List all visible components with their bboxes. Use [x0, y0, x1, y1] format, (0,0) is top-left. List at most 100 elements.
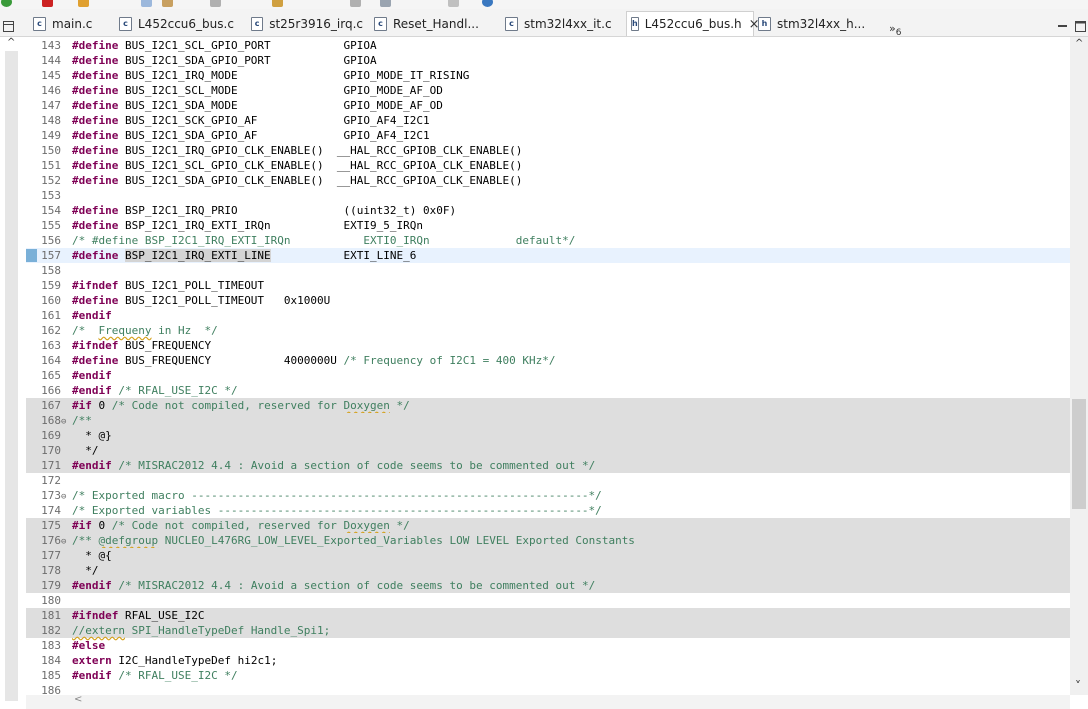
horizontal-scrollbar[interactable]: < [26, 694, 1070, 709]
code-line[interactable]: 144 #define BUS_I2C1_SDA_GPIO_PORT GPIOA [26, 53, 1070, 68]
scroll-up-arrow-icon[interactable]: ^ [7, 37, 15, 48]
code-text: /* Frequeny in Hz */ [72, 324, 218, 337]
code-line[interactable]: 179 #endif /* MISRAC2012 4.4 : Avoid a se… [26, 578, 1070, 593]
code-text: #define BSP_I2C1_IRQ_EXTI_IRQn EXTI9_5_I… [72, 219, 423, 232]
code-text: #define BSP_I2C1_IRQ_EXTI_LINE EXTI_LINE… [72, 249, 417, 262]
toolbar-tool-icon[interactable] [210, 0, 221, 7]
line-number: 153 [41, 189, 61, 202]
line-number: 166 [41, 384, 61, 397]
help-icon[interactable] [482, 0, 493, 7]
code-line[interactable]: 146 #define BUS_I2C1_SCL_MODE GPIO_MODE_A… [26, 83, 1070, 98]
code-line[interactable]: 160 #define BUS_I2C1_POLL_TIMEOUT 0x1000U [26, 293, 1070, 308]
code-line[interactable]: 166 #endif /* RFAL_USE_I2C */ [26, 383, 1070, 398]
code-line[interactable]: 155 #define BSP_I2C1_IRQ_EXTI_IRQn EXTI9_… [26, 218, 1070, 233]
code-text: #define BUS_FREQUENCY 4000000U /* Freque… [72, 354, 556, 367]
code-line[interactable]: 154 #define BSP_I2C1_IRQ_PRIO ((uint32_t)… [26, 203, 1070, 218]
tab-5[interactable]: h L452ccu6_bus.h × [626, 11, 760, 36]
code-line[interactable]: 172 [26, 473, 1070, 488]
code-line[interactable]: 180 [26, 593, 1070, 608]
code-line[interactable]: 158 [26, 263, 1070, 278]
code-line[interactable]: 164 #define BUS_FREQUENCY 4000000U /* Fre… [26, 353, 1070, 368]
code-text: #define BUS_I2C1_SCK_GPIO_AF GPIO_AF4_I2… [72, 114, 430, 127]
code-line[interactable]: 181 #ifndef RFAL_USE_I2C [26, 608, 1070, 623]
code-line[interactable]: 150 #define BUS_I2C1_IRQ_GPIO_CLK_ENABLE(… [26, 143, 1070, 158]
tab-0[interactable]: c main.c [33, 12, 113, 36]
code-editor[interactable]: ^ 143 #define BUS_I2C1_SCL_GPIO_PORT GPIO… [0, 37, 1088, 709]
tab-6[interactable]: h stm32l4xx_h... [758, 12, 878, 36]
code-text: #endif /* RFAL_USE_I2C */ [72, 669, 238, 682]
code-line[interactable]: 161 #endif [26, 308, 1070, 323]
code-line[interactable]: 147 #define BUS_I2C1_SDA_MODE GPIO_MODE_A… [26, 98, 1070, 113]
editor-area-icon[interactable] [3, 21, 14, 32]
line-number: 176 [41, 534, 61, 547]
code-line[interactable]: 177 * @{ [26, 548, 1070, 563]
stop-icon[interactable] [42, 0, 53, 7]
code-line[interactable]: 178 */ [26, 563, 1070, 578]
code-line[interactable]: 170 */ [26, 443, 1070, 458]
code-text-area[interactable]: 143 #define BUS_I2C1_SCL_GPIO_PORT GPIOA 1… [26, 38, 1070, 698]
line-number: 179 [41, 579, 61, 592]
toolbar-tool-icon[interactable] [272, 0, 283, 7]
code-line[interactable]: 157 #define BSP_I2C1_IRQ_EXTI_LINE EXTI_L… [26, 248, 1070, 263]
code-text: extern I2C_HandleTypeDef hi2c1; [72, 654, 278, 667]
line-number: 184 [41, 654, 61, 667]
build-icon[interactable] [78, 0, 89, 7]
code-line[interactable]: 167 #if 0 /* Code not compiled, reserved … [26, 398, 1070, 413]
code-line[interactable]: 145 #define BUS_I2C1_IRQ_MODE GPIO_MODE_I… [26, 68, 1070, 83]
code-line[interactable]: 148 #define BUS_I2C1_SCK_GPIO_AF GPIO_AF4… [26, 113, 1070, 128]
toolbar-tool-icon[interactable] [350, 0, 361, 7]
code-text: #define BUS_I2C1_POLL_TIMEOUT 0x1000U [72, 294, 331, 307]
code-text: /* Exported variables ------------------… [72, 504, 602, 517]
code-line[interactable]: 168⊖/** [26, 413, 1070, 428]
code-line[interactable]: 162 /* Frequeny in Hz */ [26, 323, 1070, 338]
maximize-icon[interactable] [1075, 21, 1086, 32]
code-line[interactable]: 174 /* Exported variables ---------------… [26, 503, 1070, 518]
code-text: #define BSP_I2C1_IRQ_PRIO ((uint32_t) 0x… [72, 204, 457, 217]
scroll-up-arrow-icon[interactable]: ^ [1075, 38, 1083, 49]
code-text: #define BUS_I2C1_SCL_MODE GPIO_MODE_AF_O… [72, 84, 443, 97]
line-number: 156 [41, 234, 61, 247]
line-number: 152 [41, 174, 61, 187]
code-line[interactable]: 183 #else [26, 638, 1070, 653]
toolbar-tool-icon[interactable] [380, 0, 391, 7]
tab-4[interactable]: c stm32l4xx_it.c [505, 12, 615, 36]
code-line[interactable]: 176⊖/** @defgroup NUCLEO_L476RG_LOW_LEVE… [26, 533, 1070, 548]
tab-1[interactable]: c L452ccu6_bus.c [119, 12, 239, 36]
tab-label: stm32l4xx_h... [777, 17, 866, 31]
code-line[interactable]: 159 #ifndef BUS_I2C1_POLL_TIMEOUT [26, 278, 1070, 293]
tab-2[interactable]: c st25r3916_irq.c [251, 12, 363, 36]
line-number: 149 [41, 129, 61, 142]
code-line[interactable]: 143 #define BUS_I2C1_SCL_GPIO_PORT GPIOA [26, 38, 1070, 53]
code-text: #if 0 /* Code not compiled, reserved for… [72, 519, 410, 532]
code-text: #define BUS_I2C1_IRQ_GPIO_CLK_ENABLE() _… [72, 144, 523, 157]
minimize-icon[interactable] [1057, 21, 1068, 32]
code-text: #define BUS_I2C1_SDA_GPIO_PORT GPIOA [72, 54, 377, 67]
scroll-left-arrow-icon[interactable]: < [74, 694, 82, 705]
code-line[interactable]: 163 #ifndef BUS_FREQUENCY [26, 338, 1070, 353]
code-line[interactable]: 173⊖/* Exported macro ------------------… [26, 488, 1070, 503]
code-line[interactable]: 185 #endif /* RFAL_USE_I2C */ [26, 668, 1070, 683]
code-line[interactable]: 184 extern I2C_HandleTypeDef hi2c1; [26, 653, 1070, 668]
scrollbar-thumb[interactable] [1072, 399, 1086, 509]
vertical-scrollbar[interactable]: ^ ˅ [1070, 37, 1088, 695]
code-line[interactable]: 151 #define BUS_I2C1_SCL_GPIO_CLK_ENABLE(… [26, 158, 1070, 173]
code-line[interactable]: 152 #define BUS_I2C1_SDA_GPIO_CLK_ENABLE(… [26, 173, 1070, 188]
debug-icon[interactable] [162, 0, 173, 7]
perspective-icon[interactable] [141, 0, 152, 7]
code-line[interactable]: 165 #endif [26, 368, 1070, 383]
tab-overflow-button[interactable]: »6 [889, 22, 901, 38]
code-line[interactable]: 169 * @} [26, 428, 1070, 443]
code-line[interactable]: 156 /* #define BSP_I2C1_IRQ_EXTI_IRQn EXT… [26, 233, 1070, 248]
code-line[interactable]: 182 //extern SPI_HandleTypeDef Handle_Spi… [26, 623, 1070, 638]
code-line[interactable]: 171 #endif /* MISRAC2012 4.4 : Avoid a se… [26, 458, 1070, 473]
c-file-icon: c [251, 17, 264, 31]
code-line[interactable]: 149 #define BUS_I2C1_SDA_GPIO_AF GPIO_AF4… [26, 128, 1070, 143]
run-icon[interactable] [1, 0, 12, 7]
code-line[interactable]: 175 #if 0 /* Code not compiled, reserved … [26, 518, 1070, 533]
tab-3[interactable]: c Reset_Handl... [374, 12, 494, 36]
code-line[interactable]: 153 [26, 188, 1070, 203]
line-number: 162 [41, 324, 61, 337]
toolbar-tool-icon[interactable] [448, 0, 459, 7]
scroll-down-arrow-icon[interactable]: ˅ [1075, 679, 1081, 693]
code-text: * @{ [72, 549, 112, 562]
